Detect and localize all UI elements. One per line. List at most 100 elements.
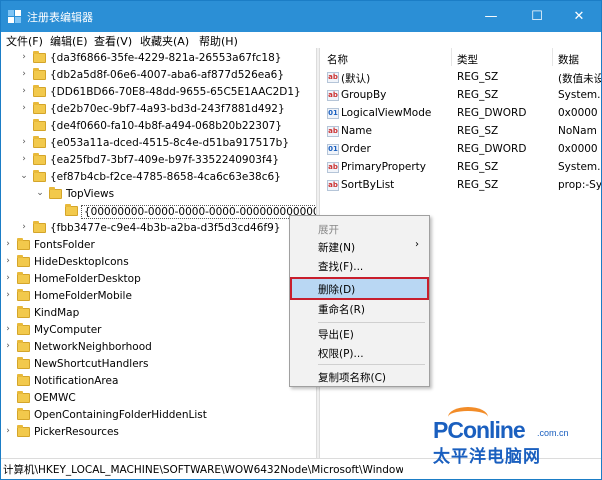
value-type: REG_DWORD [457, 143, 527, 155]
tree-item[interactable]: ⌄ {ef87b4cb-f2ce-4785-8658-4ca6c63e38c6} [1, 169, 316, 186]
expand-arrow-icon[interactable]: › [19, 154, 29, 164]
tree-item[interactable]: › {de2b70ec-9bf7-4a93-bd3d-243f7881d492} [1, 101, 316, 118]
expand-arrow-icon[interactable]: › [19, 69, 29, 79]
key-tree-pane[interactable]: › {da3f6866-35fe-4229-821a-26553a67fc18}… [1, 48, 316, 458]
tree-item-label: KindMap [34, 307, 80, 319]
value-row[interactable]: ab (默认) REG_SZ (数值未设 [320, 69, 601, 87]
value-type: REG_SZ [457, 125, 499, 137]
column-header-data[interactable]: 数据 [558, 52, 579, 67]
tree-item[interactable]: NewShortcutHandlers [1, 356, 316, 373]
string-value-icon: ab [327, 162, 339, 173]
menu-file[interactable]: 文件(F) [6, 33, 43, 49]
expand-arrow-icon[interactable]: › [3, 290, 13, 300]
tree-item[interactable]: {de4f0660-fa10-4b8f-a494-068b20b22307} [1, 118, 316, 135]
tree-item[interactable]: › {ea25fbd7-3bf7-409e-b97f-3352240903f4} [1, 152, 316, 169]
string-value-icon: ab [327, 72, 339, 83]
expand-arrow-icon[interactable]: › [3, 239, 13, 249]
tree-item-label: {de2b70ec-9bf7-4a93-bd3d-243f7881d492} [50, 103, 285, 115]
menu-bar: 文件(F) 编辑(E) 查看(V) 收藏夹(A) 帮助(H) [1, 32, 601, 48]
expand-arrow-icon[interactable]: › [19, 52, 29, 62]
minimize-button[interactable]: — [469, 1, 513, 32]
tree-item[interactable]: › FontsFolder [1, 237, 316, 254]
close-button[interactable]: ✕ [557, 1, 601, 32]
value-row[interactable]: ab PrimaryProperty REG_SZ System.S [320, 159, 601, 177]
string-value-icon: ab [327, 180, 339, 191]
column-header-type[interactable]: 类型 [457, 52, 478, 67]
tree-item[interactable]: OpenContainingFolderHiddenList [1, 407, 316, 424]
tree-item[interactable]: NotificationArea [1, 373, 316, 390]
expand-arrow-icon[interactable]: › [3, 426, 13, 436]
tree-item[interactable]: › {fbb3477e-c9e4-4b3b-a2ba-d3f5d3cd46f9} [1, 220, 316, 237]
value-row[interactable]: 01 LogicalViewMode REG_DWORD 0x0000 [320, 105, 601, 123]
menu-favorites[interactable]: 收藏夹(A) [140, 33, 189, 49]
tree-item[interactable]: › {da3f6866-35fe-4229-821a-26553a67fc18} [1, 50, 316, 67]
ctx-delete[interactable]: 删除(D) [290, 277, 429, 300]
tree-item-label: {db2a5d8f-06e6-4007-aba6-af877d526ea6} [50, 69, 284, 81]
tree-item-selected[interactable]: {00000000-0000-0000-0000-000000000000} [1, 203, 316, 220]
tree-item[interactable]: OEMWC [1, 390, 316, 407]
title-bar[interactable]: 注册表编辑器 — ☐ ✕ [1, 1, 601, 32]
watermark-cn: 太平洋电脑网 [433, 447, 541, 467]
value-name: LogicalViewMode [341, 107, 432, 119]
value-row[interactable]: ab GroupBy REG_SZ System.S [320, 87, 601, 105]
value-row[interactable]: ab SortByList REG_SZ prop:-Sy [320, 177, 601, 195]
expand-arrow-icon[interactable]: › [3, 256, 13, 266]
tree-item[interactable]: › {e053a11a-dced-4515-8c4e-d51ba917517b} [1, 135, 316, 152]
folder-icon [33, 68, 46, 80]
collapse-arrow-icon[interactable]: ⌄ [35, 188, 45, 198]
value-type: REG_SZ [457, 89, 499, 101]
menu-edit[interactable]: 编辑(E) [50, 33, 88, 49]
ctx-export[interactable]: 导出(E) [292, 324, 427, 343]
column-divider[interactable] [552, 48, 553, 66]
value-data: 0x0000 [558, 107, 598, 119]
folder-icon [17, 357, 30, 369]
collapse-arrow-icon[interactable]: ⌄ [19, 171, 29, 181]
ctx-rename[interactable]: 重命名(R) [292, 299, 427, 318]
ctx-new-label: 新建(N) [318, 242, 356, 254]
tree-item[interactable]: › {DD61BD66-70E8-48dd-9655-65C5E1AAC2D1} [1, 84, 316, 101]
context-menu: 展开 新建(N) › 查找(F)... 删除(D) 重命名(R) 导出(E) 权… [289, 215, 430, 387]
tree-item-label: {da3f6866-35fe-4229-821a-26553a67fc18} [50, 52, 282, 64]
tree-item[interactable]: › NetworkNeighborhood [1, 339, 316, 356]
tree-item[interactable]: › MyComputer [1, 322, 316, 339]
folder-icon [17, 340, 30, 352]
folder-icon [33, 221, 46, 233]
expand-arrow-icon[interactable]: › [3, 273, 13, 283]
dword-value-icon: 01 [327, 144, 339, 155]
ctx-new[interactable]: 新建(N) › [292, 237, 427, 256]
key-path: 计算机\HKEY_LOCAL_MACHINE\SOFTWARE\WOW6432N… [3, 464, 403, 476]
folder-icon [49, 187, 62, 199]
ctx-permissions[interactable]: 权限(P)... [292, 343, 427, 362]
value-data: System.S [558, 89, 601, 101]
folder-icon [33, 102, 46, 114]
menu-view[interactable]: 查看(V) [94, 33, 132, 49]
tree-item[interactable]: › HomeFolderDesktop [1, 271, 316, 288]
tree-item[interactable]: › HideDesktopIcons [1, 254, 316, 271]
expand-arrow-icon[interactable]: › [19, 222, 29, 232]
menu-help[interactable]: 帮助(H) [199, 33, 238, 49]
value-row[interactable]: 01 Order REG_DWORD 0x0000 [320, 141, 601, 159]
expand-arrow-icon[interactable]: › [19, 137, 29, 147]
menu-separator [318, 364, 425, 365]
value-row[interactable]: ab Name REG_SZ NoNam [320, 123, 601, 141]
tree-item[interactable]: › {db2a5d8f-06e6-4007-aba6-af877d526ea6} [1, 67, 316, 84]
ctx-permissions-label: 权限(P)... [318, 348, 364, 360]
ctx-rename-label: 重命名(R) [318, 304, 365, 316]
ctx-copy-key-name[interactable]: 复制项名称(C) [292, 367, 427, 386]
ctx-export-label: 导出(E) [318, 329, 354, 341]
expand-arrow-icon[interactable]: › [3, 324, 13, 334]
tree-item[interactable]: KindMap [1, 305, 316, 322]
tree-item-label: HomeFolderDesktop [34, 273, 141, 285]
column-header-name[interactable]: 名称 [327, 52, 348, 67]
column-divider[interactable] [451, 48, 452, 66]
expand-arrow-icon[interactable]: › [19, 103, 29, 113]
expand-arrow-icon[interactable]: › [3, 341, 13, 351]
maximize-button[interactable]: ☐ [515, 1, 559, 32]
tree-item[interactable]: › HomeFolderMobile [1, 288, 316, 305]
ctx-find[interactable]: 查找(F)... [292, 256, 427, 275]
tree-item-label: OEMWC [34, 392, 76, 404]
ctx-expand[interactable]: 展开 [292, 219, 427, 238]
expand-arrow-icon[interactable]: › [19, 86, 29, 96]
tree-item[interactable]: › PickerResources [1, 424, 316, 441]
tree-item[interactable]: ⌄ TopViews [1, 186, 316, 203]
